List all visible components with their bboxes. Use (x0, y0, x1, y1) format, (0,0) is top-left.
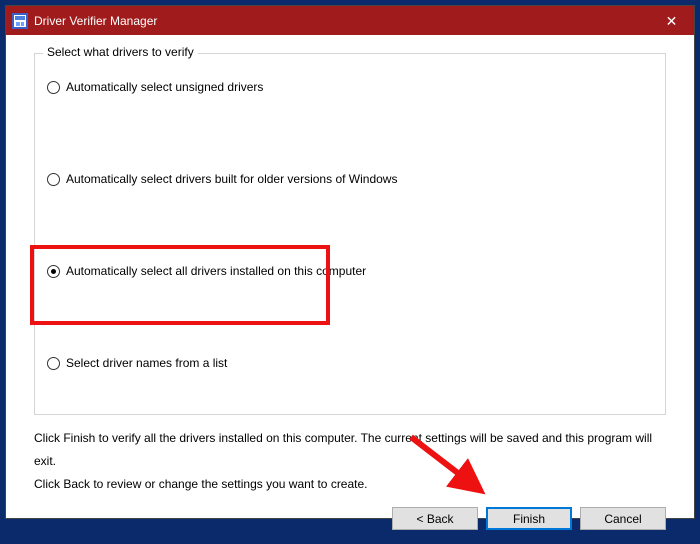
driver-select-group: Select what drivers to verify Automatica… (34, 53, 666, 415)
radio-icon (47, 173, 60, 186)
instruction-text: Click Finish to verify all the drivers i… (34, 427, 666, 495)
radio-older-windows-drivers[interactable]: Automatically select drivers built for o… (45, 172, 655, 186)
radio-label: Automatically select drivers built for o… (66, 172, 397, 186)
window-title: Driver Verifier Manager (34, 14, 649, 28)
radio-icon (47, 357, 60, 370)
radio-label: Automatically select unsigned drivers (66, 80, 263, 94)
dialog-window: Driver Verifier Manager ✕ Select what dr… (5, 5, 695, 519)
back-button[interactable]: < Back (392, 507, 478, 530)
radio-all-installed-drivers[interactable]: Automatically select all drivers install… (45, 264, 655, 278)
cancel-button[interactable]: Cancel (580, 507, 666, 530)
dialog-content: Select what drivers to verify Automatica… (6, 35, 694, 495)
dialog-button-row: < Back Finish Cancel (6, 495, 694, 544)
group-legend: Select what drivers to verify (43, 45, 198, 59)
radio-label: Select driver names from a list (66, 356, 227, 370)
close-button[interactable]: ✕ (649, 6, 694, 35)
close-icon: ✕ (666, 14, 678, 28)
radio-unsigned-drivers[interactable]: Automatically select unsigned drivers (45, 80, 655, 94)
radio-label: Automatically select all drivers install… (66, 264, 366, 278)
finish-button[interactable]: Finish (486, 507, 572, 530)
radio-icon (47, 81, 60, 94)
radio-icon (47, 265, 60, 278)
annotation-highlight-box (30, 245, 330, 325)
app-icon (12, 13, 28, 29)
radio-select-from-list[interactable]: Select driver names from a list (45, 356, 655, 370)
instruction-line-1: Click Finish to verify all the drivers i… (34, 427, 666, 473)
titlebar: Driver Verifier Manager ✕ (6, 6, 694, 35)
instruction-line-2: Click Back to review or change the setti… (34, 473, 666, 496)
